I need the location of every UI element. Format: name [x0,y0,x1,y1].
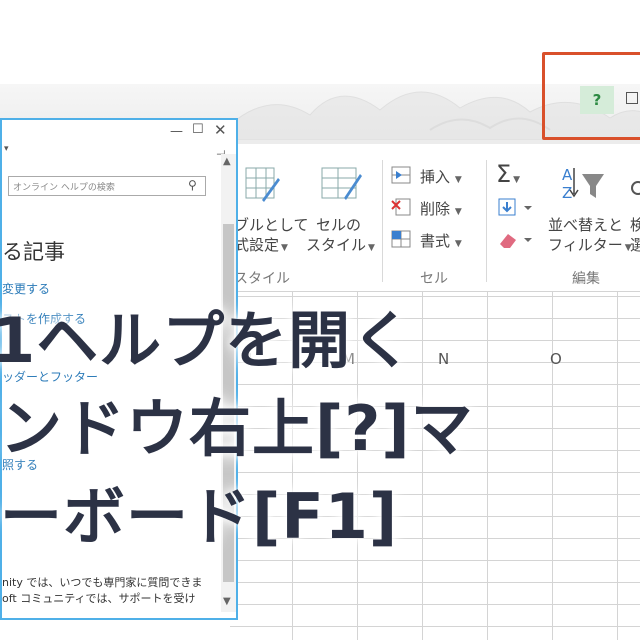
format-as-table-icon[interactable] [244,164,280,204]
close-icon[interactable]: ✕ [214,121,227,139]
group-label-editing: 編集 [572,271,600,287]
find-select-label-2[interactable]: 選 [630,234,640,255]
maximize-icon[interactable]: ☐ [192,122,204,137]
scroll-up-icon[interactable]: ▲ [223,156,231,167]
column-header-n[interactable]: N [438,350,449,372]
minimize-icon[interactable]: — [170,124,183,139]
highlight-box [542,52,640,140]
search-input[interactable]: オンライン ヘルプの検索 [8,176,206,196]
scroll-down-icon[interactable]: ▼ [223,596,231,607]
format-as-table-label-2[interactable]: 式設定 ▼ [234,234,288,255]
pane-heading: る記事 [2,240,65,264]
group-label-cells: セル [420,271,448,287]
clear-eraser-icon[interactable] [498,230,538,250]
delete-label[interactable]: 削除 ▼ [420,198,462,219]
caption-line-3: ーボード[F1] [0,480,399,553]
sort-filter-label-2[interactable]: フィルター ▼ [548,234,632,255]
insert-label[interactable]: 挿入 ▼ [420,166,462,187]
fill-icon[interactable] [498,198,538,218]
caption-line-2: ンドウ右上[?]マ [0,392,474,465]
community-text-1: nity では、いつでも専門家に質問できま [2,576,203,589]
svg-text:A: A [562,166,573,184]
community-text-2: oft コミュニティでは、サポートを受け [2,592,196,605]
insert-icon[interactable] [390,165,414,187]
column-header-o[interactable]: O [550,350,562,372]
format-label[interactable]: 書式 ▼ [420,230,462,251]
cell-style-label-2[interactable]: スタイル ▼ [306,234,375,255]
cell-style-label-1[interactable]: セルの [316,214,361,235]
search-icon[interactable]: ⚲ [188,178,197,192]
caption-line-1: 1ヘルプを開く [0,304,415,377]
delete-icon[interactable] [390,197,414,219]
format-icon[interactable] [390,229,414,251]
ribbon-separator [486,160,487,282]
group-label-style: スタイル [234,271,290,287]
sigma-icon[interactable]: Σ ▼ [496,160,520,188]
sort-filter-label-1[interactable]: 並べ替えと [548,214,623,235]
find-select-icon[interactable] [630,178,640,208]
find-select-label-1[interactable]: 検 [630,214,640,235]
sort-filter-icon[interactable]: A Z [560,164,610,206]
ribbon-separator [382,160,383,282]
cell-style-icon[interactable] [320,164,364,204]
svg-text:Z: Z [562,184,572,202]
format-as-table-label-1[interactable]: ブルとして [234,214,309,235]
back-chevron-icon[interactable]: ▾ [4,144,9,154]
